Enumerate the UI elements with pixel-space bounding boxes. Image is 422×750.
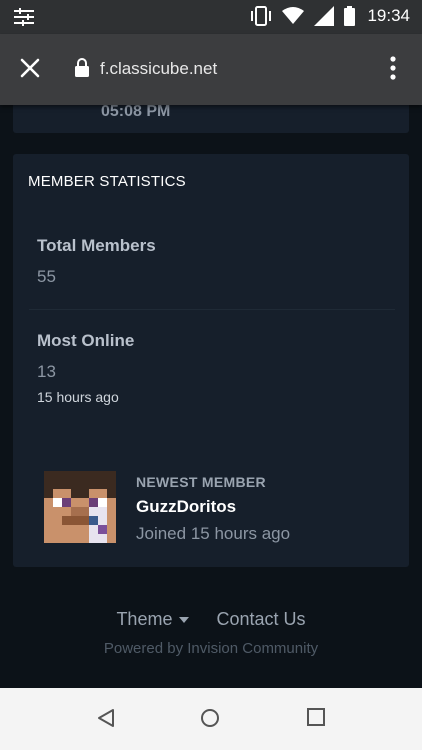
- url-text[interactable]: f.classicube.net: [100, 59, 217, 79]
- most-online-value: 13: [37, 362, 56, 381]
- lock-icon: [75, 58, 89, 77]
- back-icon[interactable]: [96, 708, 116, 728]
- most-online-time: 15 hours ago: [37, 389, 119, 405]
- system-nav-bar: [0, 688, 422, 750]
- footer-links: Theme Contact Us: [0, 609, 422, 630]
- powered-by-text[interactable]: Powered by Invision Community: [0, 640, 422, 657]
- member-statistics-card: MEMBER STATISTICS Total Members 55 Most …: [13, 154, 409, 567]
- caret-down-icon: [179, 617, 190, 624]
- newest-member-label: NEWEST MEMBER: [136, 474, 266, 490]
- signal-icon: [314, 6, 335, 26]
- status-bar: 19:34: [0, 0, 422, 34]
- close-icon[interactable]: [20, 58, 40, 78]
- previous-card-time: 05:08 PM: [101, 105, 171, 120]
- contact-us-link[interactable]: Contact Us: [217, 609, 306, 630]
- member-statistics-title: MEMBER STATISTICS: [28, 173, 186, 190]
- most-online-label: Most Online: [37, 331, 135, 350]
- browser-toolbar: f.classicube.net: [0, 34, 422, 105]
- wifi-icon: [282, 7, 305, 24]
- theme-label: Theme: [116, 609, 173, 629]
- home-icon[interactable]: [200, 708, 220, 728]
- page-content: 05:08 PM MEMBER STATISTICS Total Members…: [0, 105, 422, 688]
- newest-member-avatar[interactable]: [44, 471, 116, 543]
- total-members-value: 55: [37, 267, 56, 286]
- more-vert-icon[interactable]: [390, 56, 396, 80]
- total-members-label: Total Members: [37, 236, 156, 255]
- recents-icon[interactable]: [307, 708, 325, 726]
- battery-icon: [344, 6, 356, 26]
- vibrate-icon: [251, 6, 272, 26]
- previous-card: 05:08 PM: [13, 105, 409, 133]
- newest-member-joined: Joined 15 hours ago: [136, 524, 291, 543]
- clock: 19:34: [367, 6, 410, 25]
- theme-link[interactable]: Theme: [116, 609, 190, 630]
- divider: [29, 309, 395, 310]
- newest-member-name[interactable]: GuzzDoritos: [136, 497, 236, 517]
- sliders-icon: [14, 8, 34, 26]
